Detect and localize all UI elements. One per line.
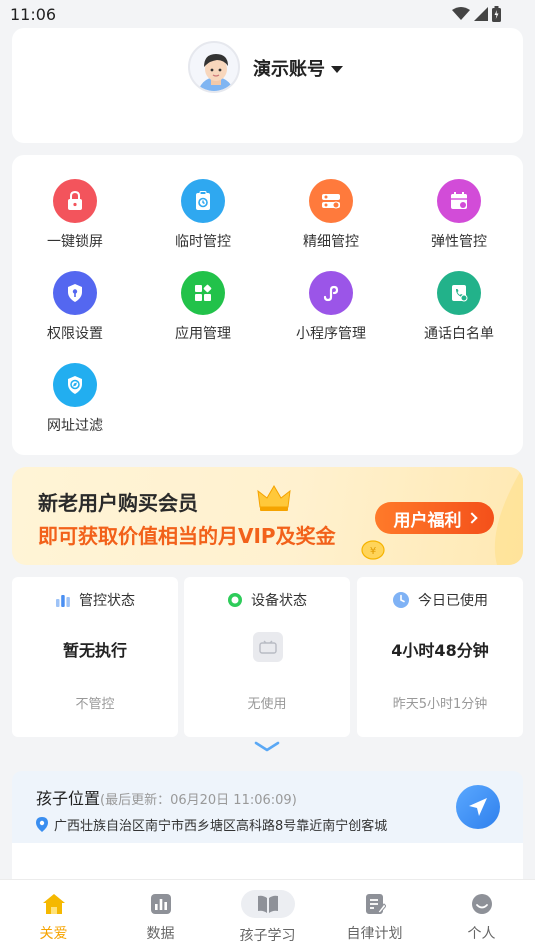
calendar-icon xyxy=(437,179,481,223)
chevron-right-icon xyxy=(465,512,478,524)
home-icon xyxy=(40,892,68,916)
func-label: 弹性管控 xyxy=(431,234,487,250)
benefits-label: 用户福利 xyxy=(393,510,462,531)
func-app-management[interactable]: 应用管理 xyxy=(148,271,258,343)
clock-icon xyxy=(393,592,409,608)
plan-icon xyxy=(361,892,389,916)
battery-icon xyxy=(492,6,501,22)
location-last-update: (最后更新：06月20日 11:06:09) xyxy=(100,793,297,808)
navigate-button[interactable] xyxy=(456,785,500,829)
func-label: 小程序管理 xyxy=(296,326,366,342)
avatar[interactable] xyxy=(188,41,240,93)
promo-banner[interactable]: 新老用户购买会员 即可获取价值相当的月VIP及奖金 ¥ 用户福利 xyxy=(12,467,523,565)
location-title: 孩子位置 xyxy=(36,789,101,808)
account-name: 演示账号 xyxy=(253,59,325,80)
status-icons xyxy=(452,6,501,22)
account-switcher[interactable]: 演示账号 xyxy=(253,55,343,81)
tab-label: 关爱 xyxy=(39,926,68,942)
func-label: 网址过滤 xyxy=(47,418,103,434)
func-label: 一键锁屏 xyxy=(47,234,103,250)
wifi-icon xyxy=(452,7,470,20)
apps-grid-icon xyxy=(181,271,225,315)
child-location-card[interactable]: 孩子位置(最后更新：06月20日 11:06:09) 广西壮族自治区南宁市西乡塘… xyxy=(12,771,523,843)
caret-down-icon xyxy=(331,65,343,73)
device-status-card[interactable]: 设备状态 无使用 xyxy=(184,577,350,737)
stat-sub: 无使用 xyxy=(247,697,287,712)
banner-subline: 即可获取价值相当的月VIP及奖金 xyxy=(38,524,336,548)
func-call-whitelist[interactable]: 通话白名单 xyxy=(404,271,514,343)
stat-title: 今日已使用 xyxy=(418,593,488,609)
shield-key-icon xyxy=(53,271,97,315)
func-lock-screen[interactable]: 一键锁屏 xyxy=(20,179,130,251)
stat-title: 设备状态 xyxy=(251,593,307,609)
control-status-card[interactable]: 管控状态 暂无执行 不管控 xyxy=(12,577,178,737)
stat-value: 暂无执行 xyxy=(62,641,127,660)
func-mini-program[interactable]: 小程序管理 xyxy=(276,271,386,343)
status-bar: 11:06 xyxy=(0,0,535,28)
tab-label: 孩子学习 xyxy=(239,928,296,944)
user-icon xyxy=(468,892,496,916)
timer-clipboard-icon xyxy=(181,179,225,223)
tab-care[interactable]: 关爱 xyxy=(0,880,107,951)
func-label: 临时管控 xyxy=(175,234,231,250)
lock-icon xyxy=(53,179,97,223)
tab-label: 数据 xyxy=(146,926,175,942)
chart-icon xyxy=(147,892,175,916)
status-time: 11:06 xyxy=(10,4,57,24)
account-card: 演示账号 xyxy=(12,28,523,143)
func-label: 应用管理 xyxy=(175,326,231,342)
location-address-row: 广西壮族自治区南宁市西乡塘区高科路8号靠近南宁创客城 xyxy=(36,815,387,834)
device-placeholder-icon xyxy=(253,632,283,662)
func-permission-settings[interactable]: 权限设置 xyxy=(20,271,130,343)
mini-program-icon xyxy=(309,271,353,315)
func-url-filter[interactable]: 网址过滤 xyxy=(20,363,130,435)
func-flexible-control[interactable]: 弹性管控 xyxy=(404,179,514,251)
tab-label: 个人 xyxy=(467,926,496,942)
location-address: 广西壮族自治区南宁市西乡塘区高科路8号靠近南宁创客城 xyxy=(54,819,388,834)
location-map-area xyxy=(12,843,523,883)
settings-panel-icon xyxy=(309,179,353,223)
tab-data[interactable]: 数据 xyxy=(107,880,214,951)
signal-icon xyxy=(474,7,488,21)
crown-icon xyxy=(257,485,291,511)
svg-text:¥: ¥ xyxy=(370,546,376,557)
tab-child-study[interactable]: 孩子学习 xyxy=(214,880,321,951)
func-label: 通话白名单 xyxy=(424,326,494,342)
location-pin-icon xyxy=(36,817,48,832)
location-heading: 孩子位置(最后更新：06月20日 11:06:09) xyxy=(36,785,297,809)
stat-title: 管控状态 xyxy=(79,593,135,609)
bottom-tab-bar: 关爱 数据 孩子学习 自律计划 个人 xyxy=(0,879,535,951)
tab-personal[interactable]: 个人 xyxy=(428,880,535,951)
func-temp-control[interactable]: 临时管控 xyxy=(148,179,258,251)
tab-self-discipline[interactable]: 自律计划 xyxy=(321,880,428,951)
online-dot-icon xyxy=(228,593,242,607)
phone-check-icon xyxy=(437,271,481,315)
function-grid: 一键锁屏 临时管控 精细管控 弹性管控 权限设置 应用管理 小程序管理 通话白名… xyxy=(12,155,523,455)
compass-shield-icon xyxy=(53,363,97,407)
func-fine-control[interactable]: 精细管控 xyxy=(276,179,386,251)
user-benefits-button[interactable]: 用户福利 xyxy=(375,502,494,534)
book-icon xyxy=(240,890,295,918)
tab-label: 自律计划 xyxy=(346,926,403,942)
navigation-arrow-icon xyxy=(469,798,487,816)
banner-headline: 新老用户购买会员 xyxy=(38,491,198,515)
func-label: 权限设置 xyxy=(47,326,103,342)
usage-today-card[interactable]: 今日已使用 4小时48分钟 昨天5小时1分钟 xyxy=(357,577,523,737)
stat-sub: 不管控 xyxy=(75,697,115,712)
coin-icon: ¥ xyxy=(361,540,385,560)
func-label: 精细管控 xyxy=(303,234,359,250)
bar-chart-icon xyxy=(56,595,70,607)
stat-value: 4小时48分钟 xyxy=(391,641,489,660)
expand-chevron-icon[interactable] xyxy=(254,740,280,754)
stat-sub: 昨天5小时1分钟 xyxy=(392,697,488,712)
